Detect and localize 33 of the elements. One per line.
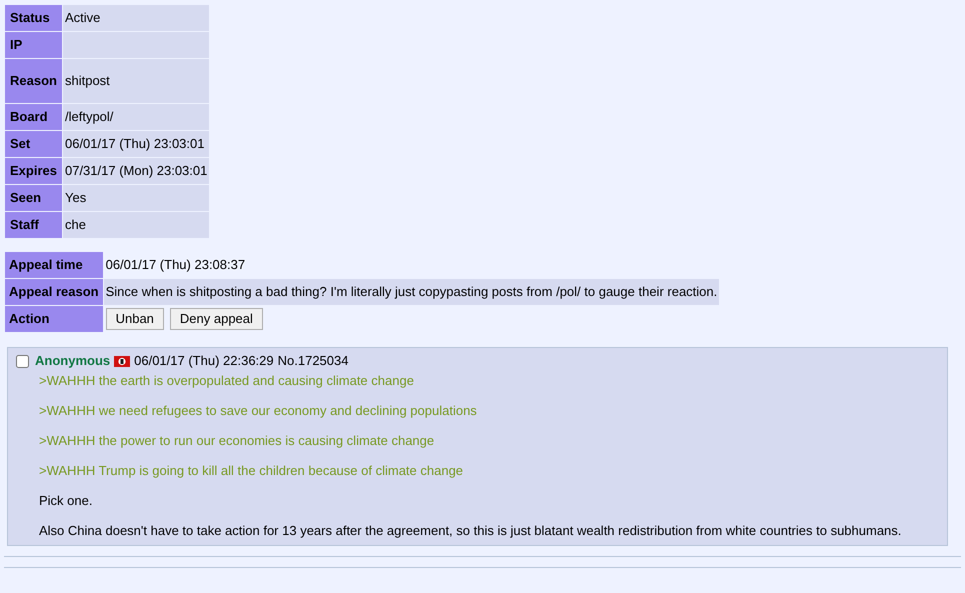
post-number[interactable]: No.1725034 [278,351,348,371]
field-value: Active [62,5,210,31]
field-label: Set [5,131,62,157]
post-checkbox[interactable] [16,354,29,368]
poster-name: Anonymous [35,352,110,370]
field-value: /leftypol/ [62,104,210,130]
field-label: Expires [5,158,62,184]
field-value: Since when is shitposting a bad thing? I'm literally just copypasting posts from /pol/ to gauge their reaction. [104,279,720,305]
post-date: 06/01/17 (Thu) 22:36:29 [134,352,274,370]
field-label: Action [5,306,103,332]
action-button[interactable]: Unban [106,308,164,330]
post-line: >WAHHH the power to run our economies is causing climate change [39,433,436,449]
field-label: Seen [5,185,62,211]
field-value: 07/31/17 (Mon) 23:03:01 [62,158,210,184]
field-value: Yes [62,185,210,211]
field-value: 06/01/17 (Thu) 23:03:01 [62,131,210,157]
post-line: >WAHHH we need refugees to save our economy and declining populations [39,403,478,419]
field-label: Appeal time [5,252,103,278]
field-label: Board [5,104,62,130]
post-line: >WAHHH Trump is going to kill all the children because of climate change [39,463,464,479]
action-button[interactable]: Deny appeal [170,308,263,330]
field-label: Status [5,5,62,31]
field-value: 06/01/17 (Thu) 23:08:37 [104,256,246,274]
post-line: Also China doesn't have to take action for 13 years after the agreement, so this is just blatant wealth redistribution from white countries to subhumans. [39,523,902,539]
field-label: Reason [5,59,62,103]
field-value: che [62,212,210,238]
field-label: IP [5,32,62,58]
flag-icon [114,356,130,366]
field-label: Appeal reason [5,279,103,305]
post-line: Pick one. [39,493,94,509]
field-value: shitpost [62,59,210,103]
post-line: >WAHHH the earth is overpopulated and causing climate change [39,373,415,389]
field-label: Staff [5,212,62,238]
